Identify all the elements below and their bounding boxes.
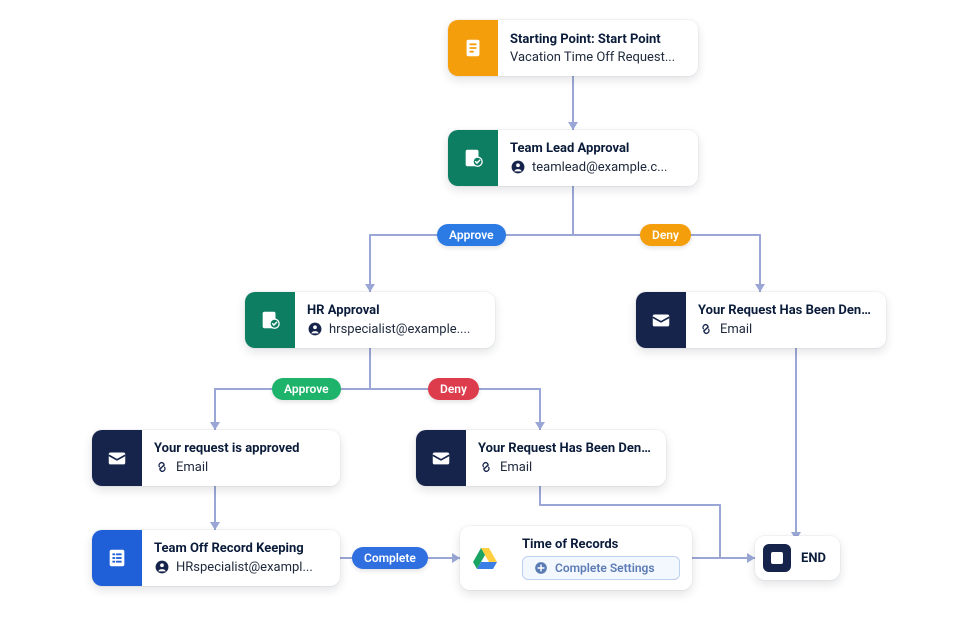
link-icon bbox=[478, 459, 494, 475]
node-title: Your request is approved bbox=[154, 441, 328, 456]
node-title: Team Off Record Keeping bbox=[154, 541, 328, 556]
node-start-point[interactable]: Starting Point: Start Point Vacation Tim… bbox=[448, 20, 698, 76]
approval-icon bbox=[245, 292, 295, 348]
email-icon bbox=[636, 292, 686, 348]
person-icon bbox=[307, 321, 323, 337]
pill-complete: Complete bbox=[352, 547, 428, 569]
node-subtitle: Email bbox=[176, 460, 208, 475]
node-request-denied-2[interactable]: Your Request Has Been Deni... Email bbox=[416, 430, 666, 486]
node-title: Your Request Has Been Deni... bbox=[698, 303, 874, 318]
pill-hr-deny: Deny bbox=[428, 378, 479, 400]
node-title: HR Approval bbox=[307, 303, 483, 318]
node-team-lead-approval[interactable]: Team Lead Approval teamlead@example.c... bbox=[448, 130, 698, 186]
node-title: Team Lead Approval bbox=[510, 141, 686, 156]
person-icon bbox=[510, 159, 526, 175]
node-subtitle: HRspecialist@exampl... bbox=[176, 560, 313, 575]
approval-icon bbox=[448, 130, 498, 186]
node-end[interactable]: END bbox=[755, 536, 840, 580]
node-subtitle: Vacation Time Off Request... bbox=[510, 50, 675, 65]
link-icon bbox=[698, 321, 714, 337]
pill-hr-approve: Approve bbox=[272, 378, 341, 400]
node-request-denied-1[interactable]: Your Request Has Been Deni... Email bbox=[636, 292, 886, 348]
node-subtitle: teamlead@example.c... bbox=[532, 160, 667, 175]
email-icon bbox=[92, 430, 142, 486]
node-record-keeping[interactable]: Team Off Record Keeping HRspecialist@exa… bbox=[92, 530, 340, 586]
email-icon bbox=[416, 430, 466, 486]
node-title: Starting Point: Start Point bbox=[510, 32, 686, 47]
end-label: END bbox=[801, 551, 826, 566]
node-subtitle: Email bbox=[720, 322, 752, 337]
link-icon bbox=[154, 459, 170, 475]
plus-circle-icon bbox=[533, 560, 549, 576]
form-icon bbox=[448, 20, 498, 76]
node-hr-approval[interactable]: HR Approval hrspecialist@example.... bbox=[245, 292, 495, 348]
pill-tl-deny: Deny bbox=[640, 224, 691, 246]
stop-icon bbox=[763, 544, 791, 572]
pill-tl-approve: Approve bbox=[437, 224, 506, 246]
list-icon bbox=[92, 530, 142, 586]
node-subtitle: Email bbox=[500, 460, 532, 475]
node-subtitle: hrspecialist@example.... bbox=[329, 322, 470, 337]
node-title: Your Request Has Been Deni... bbox=[478, 441, 654, 456]
person-icon bbox=[154, 559, 170, 575]
google-drive-icon bbox=[460, 526, 510, 590]
node-request-approved[interactable]: Your request is approved Email bbox=[92, 430, 340, 486]
complete-settings-button[interactable]: Complete Settings bbox=[522, 556, 680, 580]
node-title: Time of Records bbox=[522, 537, 680, 552]
node-time-of-records[interactable]: Time of Records Complete Settings bbox=[460, 526, 692, 590]
